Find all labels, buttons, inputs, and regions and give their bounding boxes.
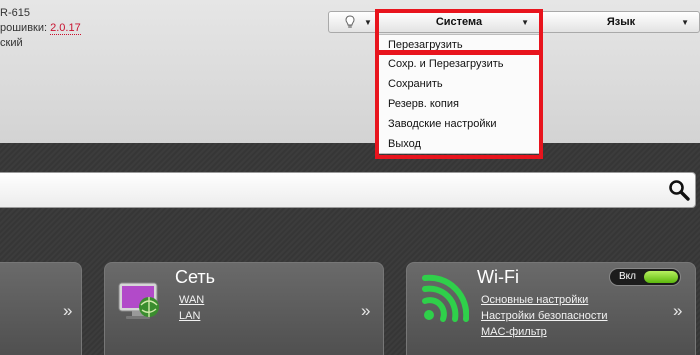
- header: R-615 рошивки: 2.0.17 ский ▼ Система ▼ Я…: [0, 0, 700, 143]
- highlight-menu-rest: [375, 51, 543, 159]
- wifi-icon: [422, 274, 469, 322]
- hint-button[interactable]: ▼: [328, 11, 378, 33]
- search-icon[interactable]: [667, 178, 691, 202]
- highlight-system-reboot: [375, 9, 543, 54]
- chevron-down-icon: ▼: [681, 18, 689, 27]
- firmware-version[interactable]: 2.0.17: [50, 22, 81, 35]
- search-bar: [0, 172, 696, 208]
- lightbulb-icon: [345, 15, 355, 28]
- language-menu-button[interactable]: Язык ▼: [542, 11, 700, 33]
- card-network-title: Сеть: [175, 267, 216, 287]
- link-wan[interactable]: WAN: [179, 294, 204, 306]
- card-wifi-title: Wi-Fi: [477, 267, 519, 287]
- card-wifi: Wi-Fi Вкл Основные настройки Настройки б…: [406, 262, 696, 355]
- wifi-toggle-label: Вкл: [619, 271, 636, 282]
- firmware-label: рошивки:: [0, 22, 48, 34]
- chevron-right-icon[interactable]: »: [673, 301, 682, 321]
- card-network: Сеть WAN LAN »: [104, 262, 384, 355]
- chevron-down-icon: ▼: [364, 17, 372, 27]
- wifi-toggle[interactable]: Вкл: [609, 268, 681, 286]
- search-input[interactable]: [3, 179, 653, 201]
- link-wifi-security[interactable]: Настройки безопасности: [481, 310, 608, 322]
- link-lan[interactable]: LAN: [179, 310, 200, 322]
- link-wifi-basic[interactable]: Основные настройки: [481, 294, 588, 306]
- network-icon: [118, 282, 159, 319]
- chevron-right-icon[interactable]: »: [361, 301, 370, 321]
- wifi-toggle-knob: [644, 271, 678, 283]
- device-info: R-615 рошивки: 2.0.17 ский: [0, 6, 81, 51]
- language-menu-label: Язык: [606, 16, 636, 28]
- chevron-right-icon[interactable]: »: [63, 301, 72, 321]
- device-model: R-615: [0, 7, 30, 19]
- link-wifi-mac-filter[interactable]: MAC-фильтр: [481, 326, 547, 338]
- firmware-line: рошивки: 2.0.17: [0, 21, 81, 36]
- card-partial-left[interactable]: »: [0, 262, 82, 355]
- language-fragment: ский: [0, 37, 23, 49]
